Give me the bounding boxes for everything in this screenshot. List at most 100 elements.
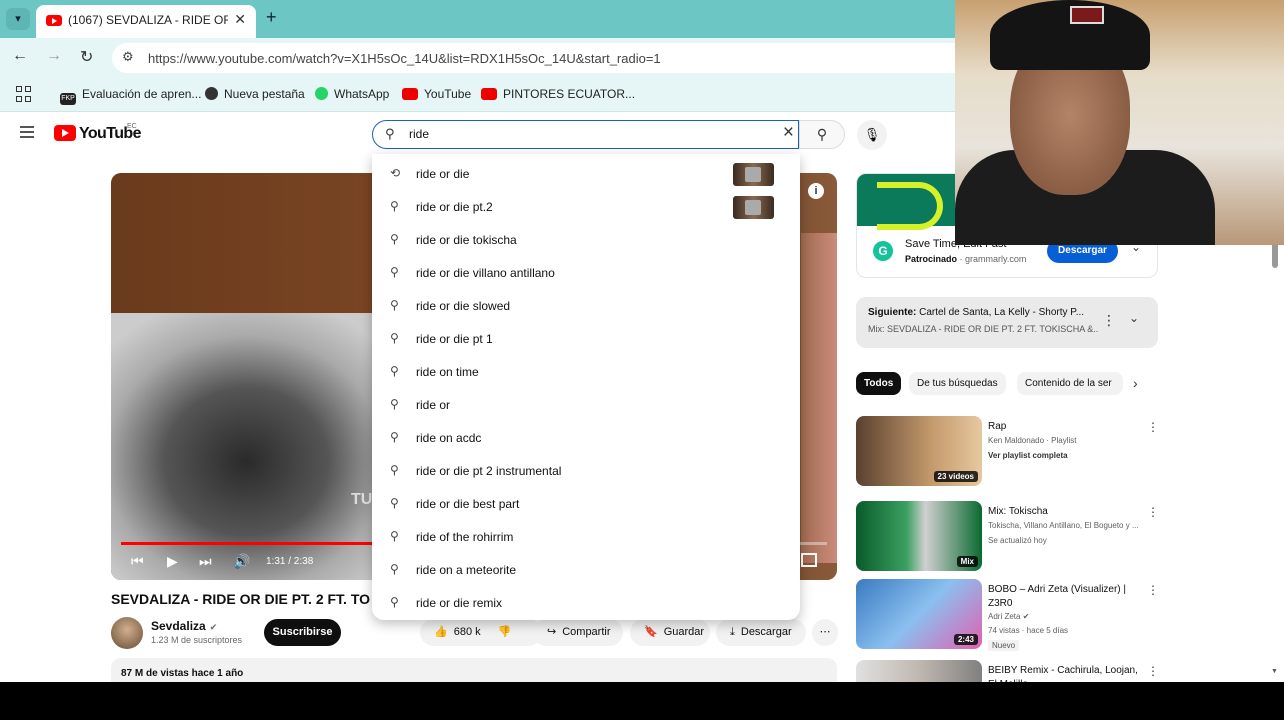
bookmark-youtube[interactable]: YouTube xyxy=(402,87,471,101)
verified-icon: ✔ xyxy=(1022,612,1030,621)
video-count-badge: 23 videos xyxy=(933,471,978,482)
search-suggestion-item[interactable]: ⚲ ride or die slowed xyxy=(372,290,800,323)
search-suggestion-item[interactable]: ⚲ ride or die pt 2 instrumental xyxy=(372,455,800,488)
previous-icon[interactable]: ⏮ xyxy=(131,553,144,570)
search-suggestion-item[interactable]: ⚲ ride or die tokischa xyxy=(372,224,800,257)
search-suggestion-item[interactable]: ⚲ ride on a meteorite xyxy=(372,554,800,587)
fkp-icon: FKP xyxy=(60,93,76,105)
thumbnail[interactable] xyxy=(856,660,982,682)
search-suggestion-item[interactable]: ⚲ ride or die pt 1 xyxy=(372,323,800,356)
search-button[interactable]: ⚲ xyxy=(799,120,845,149)
clear-search-icon[interactable]: × xyxy=(783,122,794,144)
search-icon: ⚲ xyxy=(385,126,395,141)
back-button[interactable]: ← xyxy=(12,47,28,65)
up-next-mix: Mix: SEVDALIZA - RIDE OR DIE PT. 2 FT. T… xyxy=(868,324,1098,334)
reload-button[interactable]: ↻ xyxy=(80,47,93,67)
up-next-title: Siguiente: Cartel de Santa, La Kelly - S… xyxy=(868,307,1085,318)
up-next-box[interactable]: Siguiente: Cartel de Santa, La Kelly - S… xyxy=(856,297,1158,348)
video-title: SEVDALIZA - RIDE OR DIE PT. 2 FT. TO xyxy=(111,591,371,607)
channel-name[interactable]: Sevdaliza ✔ xyxy=(151,619,217,633)
omnibox[interactable]: ⚙ https://www.youtube.com/watch?v=X1H5sO… xyxy=(112,43,992,73)
chip-de-tus-busquedas[interactable]: De tus búsquedas xyxy=(909,372,1006,395)
search-suggestion-item[interactable]: ⚲ ride or die best part xyxy=(372,488,800,521)
search-icon: ⚲ xyxy=(390,298,399,312)
search-suggestion-item[interactable]: ⟲ ride or die xyxy=(372,158,800,191)
scroll-down-icon[interactable]: ▼ xyxy=(1271,668,1278,675)
search-suggestion-item[interactable]: ⚲ ride or xyxy=(372,389,800,422)
search-suggestion-item[interactable]: ⚲ ride on time xyxy=(372,356,800,389)
thumbnail[interactable]: Mix xyxy=(856,501,982,571)
search-query-text[interactable]: ride xyxy=(409,127,429,141)
bookmark-whatsapp[interactable]: WhatsApp xyxy=(315,87,389,101)
chip-contenido[interactable]: Contenido de la ser xyxy=(1017,372,1123,395)
recommendation-item[interactable]: BEIBY Remix - Cachirula, Loojan, El Mali… xyxy=(856,660,1166,682)
search-icon: ⚲ xyxy=(390,562,399,576)
more-options-icon[interactable]: ⋮ xyxy=(1102,312,1116,329)
search-icon: ⚲ xyxy=(390,199,399,213)
grammarly-icon: G xyxy=(873,241,893,261)
site-info-icon[interactable]: ⚙ xyxy=(122,49,134,65)
search-input[interactable]: ⚲ ride × xyxy=(372,120,799,149)
description-box[interactable]: 87 M de vistas hace 1 año xyxy=(111,658,837,682)
save-button[interactable]: 🔖 Guardar xyxy=(630,619,710,646)
search-suggestion-item[interactable]: ⚲ ride of the rohirrim xyxy=(372,521,800,554)
more-options-icon[interactable]: ⋮ xyxy=(1147,505,1159,519)
globe-icon xyxy=(205,87,218,100)
search-icon: ⚲ xyxy=(390,397,399,411)
suggestion-text: ride or die best part xyxy=(416,497,520,511)
letterbox-bar xyxy=(0,682,1284,720)
search-suggestion-item[interactable]: ⚲ ride or die remix xyxy=(372,587,800,620)
mix-badge: Mix xyxy=(956,556,978,567)
recommendation-title[interactable]: BEIBY Remix - Cachirula, Loojan, El Mali… xyxy=(988,664,1138,682)
recommendation-title[interactable]: Mix: Tokischa xyxy=(988,505,1138,519)
close-tab-icon[interactable]: ✕ xyxy=(234,11,246,28)
tab-search-menu-button[interactable]: ▾ xyxy=(6,8,30,30)
thumbnail[interactable]: 23 videos xyxy=(856,416,982,486)
search-icon: ⚲ xyxy=(390,265,399,279)
more-actions-button[interactable]: ⋯ xyxy=(812,619,838,646)
recommendation-title[interactable]: BOBO – Adri Zeta (Visualizer) | Z3R0 xyxy=(988,583,1138,611)
channel-avatar[interactable] xyxy=(111,617,143,649)
search-suggestion-item[interactable]: ⚲ ride on acdc xyxy=(372,422,800,455)
chip-todos[interactable]: Todos xyxy=(856,372,902,395)
subscribe-button[interactable]: Suscribirse xyxy=(264,619,341,646)
search-suggestion-item[interactable]: ⚲ ride or die villano antillano xyxy=(372,257,800,290)
chevron-down-icon[interactable]: ⌄ xyxy=(1129,311,1139,325)
youtube-logo-icon[interactable] xyxy=(54,125,76,141)
recommendation-item[interactable]: 23 videos Rap Ken Maldonado · Playlist V… xyxy=(856,416,1166,491)
next-icon[interactable]: ⏭ xyxy=(199,553,212,570)
play-icon[interactable]: ▶ xyxy=(167,553,178,570)
bookmark-pintores[interactable]: PINTORES ECUATOR... xyxy=(481,87,635,101)
recommendation-item[interactable]: Mix Mix: Tokischa Tokischa, Villano Anti… xyxy=(856,501,1166,576)
suggestion-text: ride of the rohirrim xyxy=(416,530,514,544)
search-suggestion-item[interactable]: ⚲ ride or die pt.2 xyxy=(372,191,800,224)
suggestion-text: ride or die xyxy=(416,167,470,181)
forward-button[interactable]: → xyxy=(46,47,62,65)
youtube-icon xyxy=(402,88,418,100)
thumbnail[interactable]: 2:43 xyxy=(856,579,982,649)
more-options-icon[interactable]: ⋮ xyxy=(1147,420,1159,434)
recommendation-meta-2[interactable]: Ver playlist completa xyxy=(988,451,1068,460)
share-button[interactable]: ↪ Compartir xyxy=(533,619,623,646)
menu-hamburger-icon[interactable] xyxy=(20,126,34,141)
fullscreen-icon[interactable] xyxy=(801,553,817,567)
webcam-overlay xyxy=(955,0,1284,245)
url-text[interactable]: https://www.youtube.com/watch?v=X1H5sOc_… xyxy=(148,51,661,66)
bookmark-evaluacion[interactable]: FKP Evaluación de apren... xyxy=(60,87,201,105)
recommendation-title[interactable]: Rap xyxy=(988,420,1138,434)
chevron-right-icon[interactable]: › xyxy=(1133,375,1138,391)
browser-tab-active[interactable]: (1067) SEVDALIZA - RIDE OR DIE ✕ xyxy=(36,5,256,38)
microphone-icon[interactable]: 🎙 xyxy=(857,120,887,150)
recommendation-meta: Tokischa, Villano Antillano, El Bogueto … xyxy=(988,521,1138,530)
apps-grid-icon[interactable] xyxy=(16,86,32,102)
volume-icon[interactable]: 🔊 xyxy=(233,553,250,570)
bookmark-nueva-pestana[interactable]: Nueva pestaña xyxy=(205,87,305,101)
like-button[interactable]: 👍 680 k xyxy=(420,626,481,638)
thumbs-down-icon[interactable]: 👎 xyxy=(498,619,512,646)
info-icon[interactable]: i xyxy=(808,183,824,199)
more-options-icon[interactable]: ⋮ xyxy=(1147,583,1159,597)
recommendation-item[interactable]: 2:43 BOBO – Adri Zeta (Visualizer) | Z3R… xyxy=(856,579,1166,654)
download-button[interactable]: ⤓ Descargar xyxy=(716,619,806,646)
new-tab-button[interactable]: + xyxy=(266,7,277,28)
more-options-icon[interactable]: ⋮ xyxy=(1147,664,1159,678)
